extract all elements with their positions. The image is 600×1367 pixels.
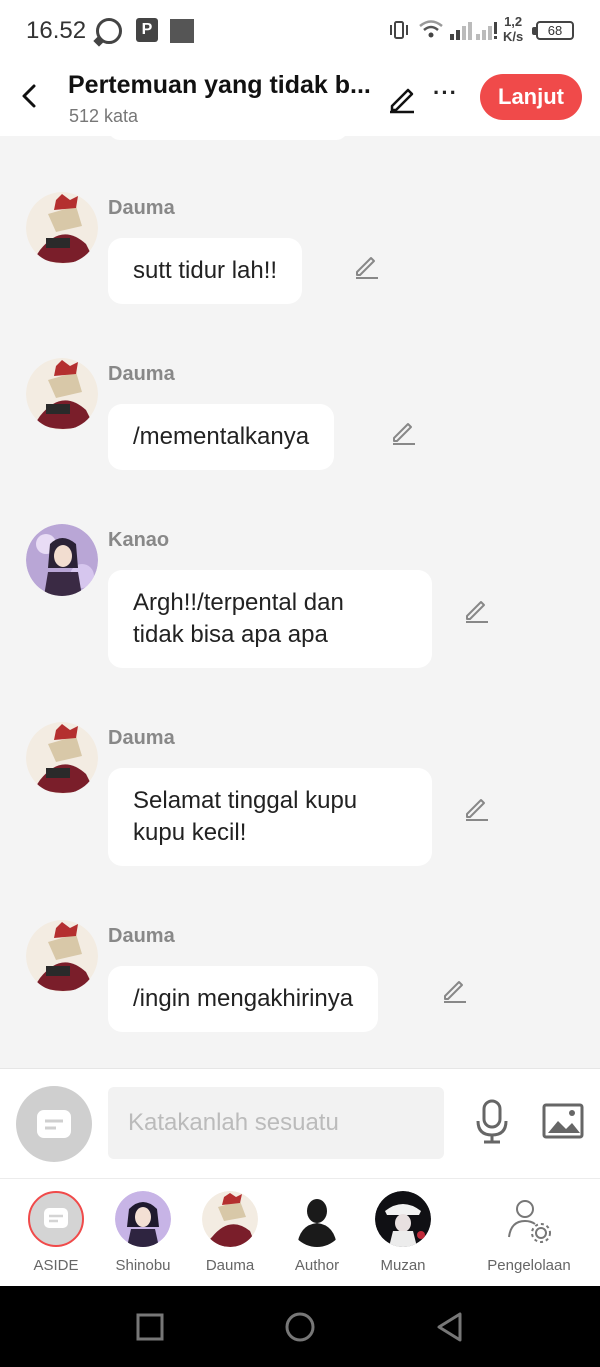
recent-apps-button[interactable] (133, 1310, 167, 1344)
message-input[interactable] (108, 1087, 444, 1159)
network-speed: 1,2 K/s (503, 14, 524, 44)
whatsapp-icon (96, 18, 122, 44)
microphone-icon[interactable] (474, 1099, 510, 1145)
edit-message-icon[interactable] (440, 976, 468, 1004)
message-bubble[interactable]: /mementalkanya (108, 404, 335, 470)
vibrate-icon (390, 21, 408, 39)
character-management[interactable]: Pengelolaan (483, 1191, 575, 1274)
edit-message-icon[interactable] (462, 596, 490, 624)
input-bar (0, 1068, 600, 1178)
status-bar: 16.52 P 1,2 K/s 68 (0, 0, 600, 62)
sender-name: Kanao (108, 529, 170, 551)
home-button[interactable] (283, 1310, 317, 1344)
aside-icon (37, 1110, 71, 1138)
more-options-icon[interactable]: ··· (433, 80, 458, 106)
back-arrow-icon[interactable] (14, 76, 44, 116)
character-aside[interactable]: ASIDE (16, 1191, 96, 1274)
sender-name: Dauma (108, 197, 175, 219)
story-title: Pertemuan yang tidak b... (68, 71, 371, 99)
edit-message-icon[interactable] (389, 418, 417, 446)
signal-icon-sim1 (450, 22, 472, 40)
back-button[interactable] (433, 1310, 467, 1344)
sender-name: Dauma (108, 363, 175, 385)
image-icon[interactable] (542, 1103, 584, 1139)
aside-toggle-button[interactable] (16, 1086, 92, 1162)
avatar (375, 1191, 431, 1247)
next-button[interactable]: Lanjut (480, 74, 582, 120)
aside-avatar (28, 1191, 84, 1247)
avatar (202, 1191, 258, 1247)
character-bar: ASIDE Shinobu Dauma Author Muzan Pengelo… (0, 1178, 600, 1286)
sender-name: Dauma (108, 925, 175, 947)
avatar[interactable] (26, 192, 98, 264)
battery-indicator: 68 (532, 21, 574, 40)
word-count: 512 kata (69, 106, 139, 126)
avatar (115, 1191, 171, 1247)
header: Pertemuan yang tidak b... 512 kata ··· L… (0, 62, 600, 136)
character-author[interactable]: Author (277, 1191, 357, 1274)
parking-app-icon: P (136, 18, 158, 42)
signal-icon-sim2 (476, 22, 497, 40)
message-bubble[interactable]: Argh!!/terpental dan tidak bisa apa apa (108, 570, 432, 668)
previous-message-bubble (108, 136, 348, 140)
character-muzan[interactable]: Muzan (363, 1191, 443, 1274)
message-bubble[interactable]: /ingin mengakhirinya (108, 966, 379, 1032)
android-nav-bar (0, 1286, 600, 1367)
status-time: 16.52 (26, 17, 87, 44)
character-dauma[interactable]: Dauma (190, 1191, 270, 1274)
edit-message-icon[interactable] (462, 794, 490, 822)
avatar[interactable] (26, 920, 98, 992)
avatar[interactable] (26, 358, 98, 430)
edit-message-icon[interactable] (352, 252, 380, 280)
character-shinobu[interactable]: Shinobu (103, 1191, 183, 1274)
message-bubble[interactable]: sutt tidur lah!! (108, 238, 303, 304)
avatar[interactable] (26, 524, 98, 596)
avatar (289, 1191, 345, 1247)
edit-title-icon[interactable] (386, 82, 418, 114)
app-notification-icon (170, 19, 194, 43)
sender-name: Dauma (108, 727, 175, 749)
message-bubble[interactable]: Selamat tinggal kupu kupu kecil! (108, 768, 432, 866)
chat-area[interactable]: Dauma sutt tidur lah!! Dauma /mementalka… (0, 136, 600, 1068)
user-settings-icon (508, 1200, 551, 1243)
wifi-icon (419, 20, 443, 38)
avatar[interactable] (26, 722, 98, 794)
